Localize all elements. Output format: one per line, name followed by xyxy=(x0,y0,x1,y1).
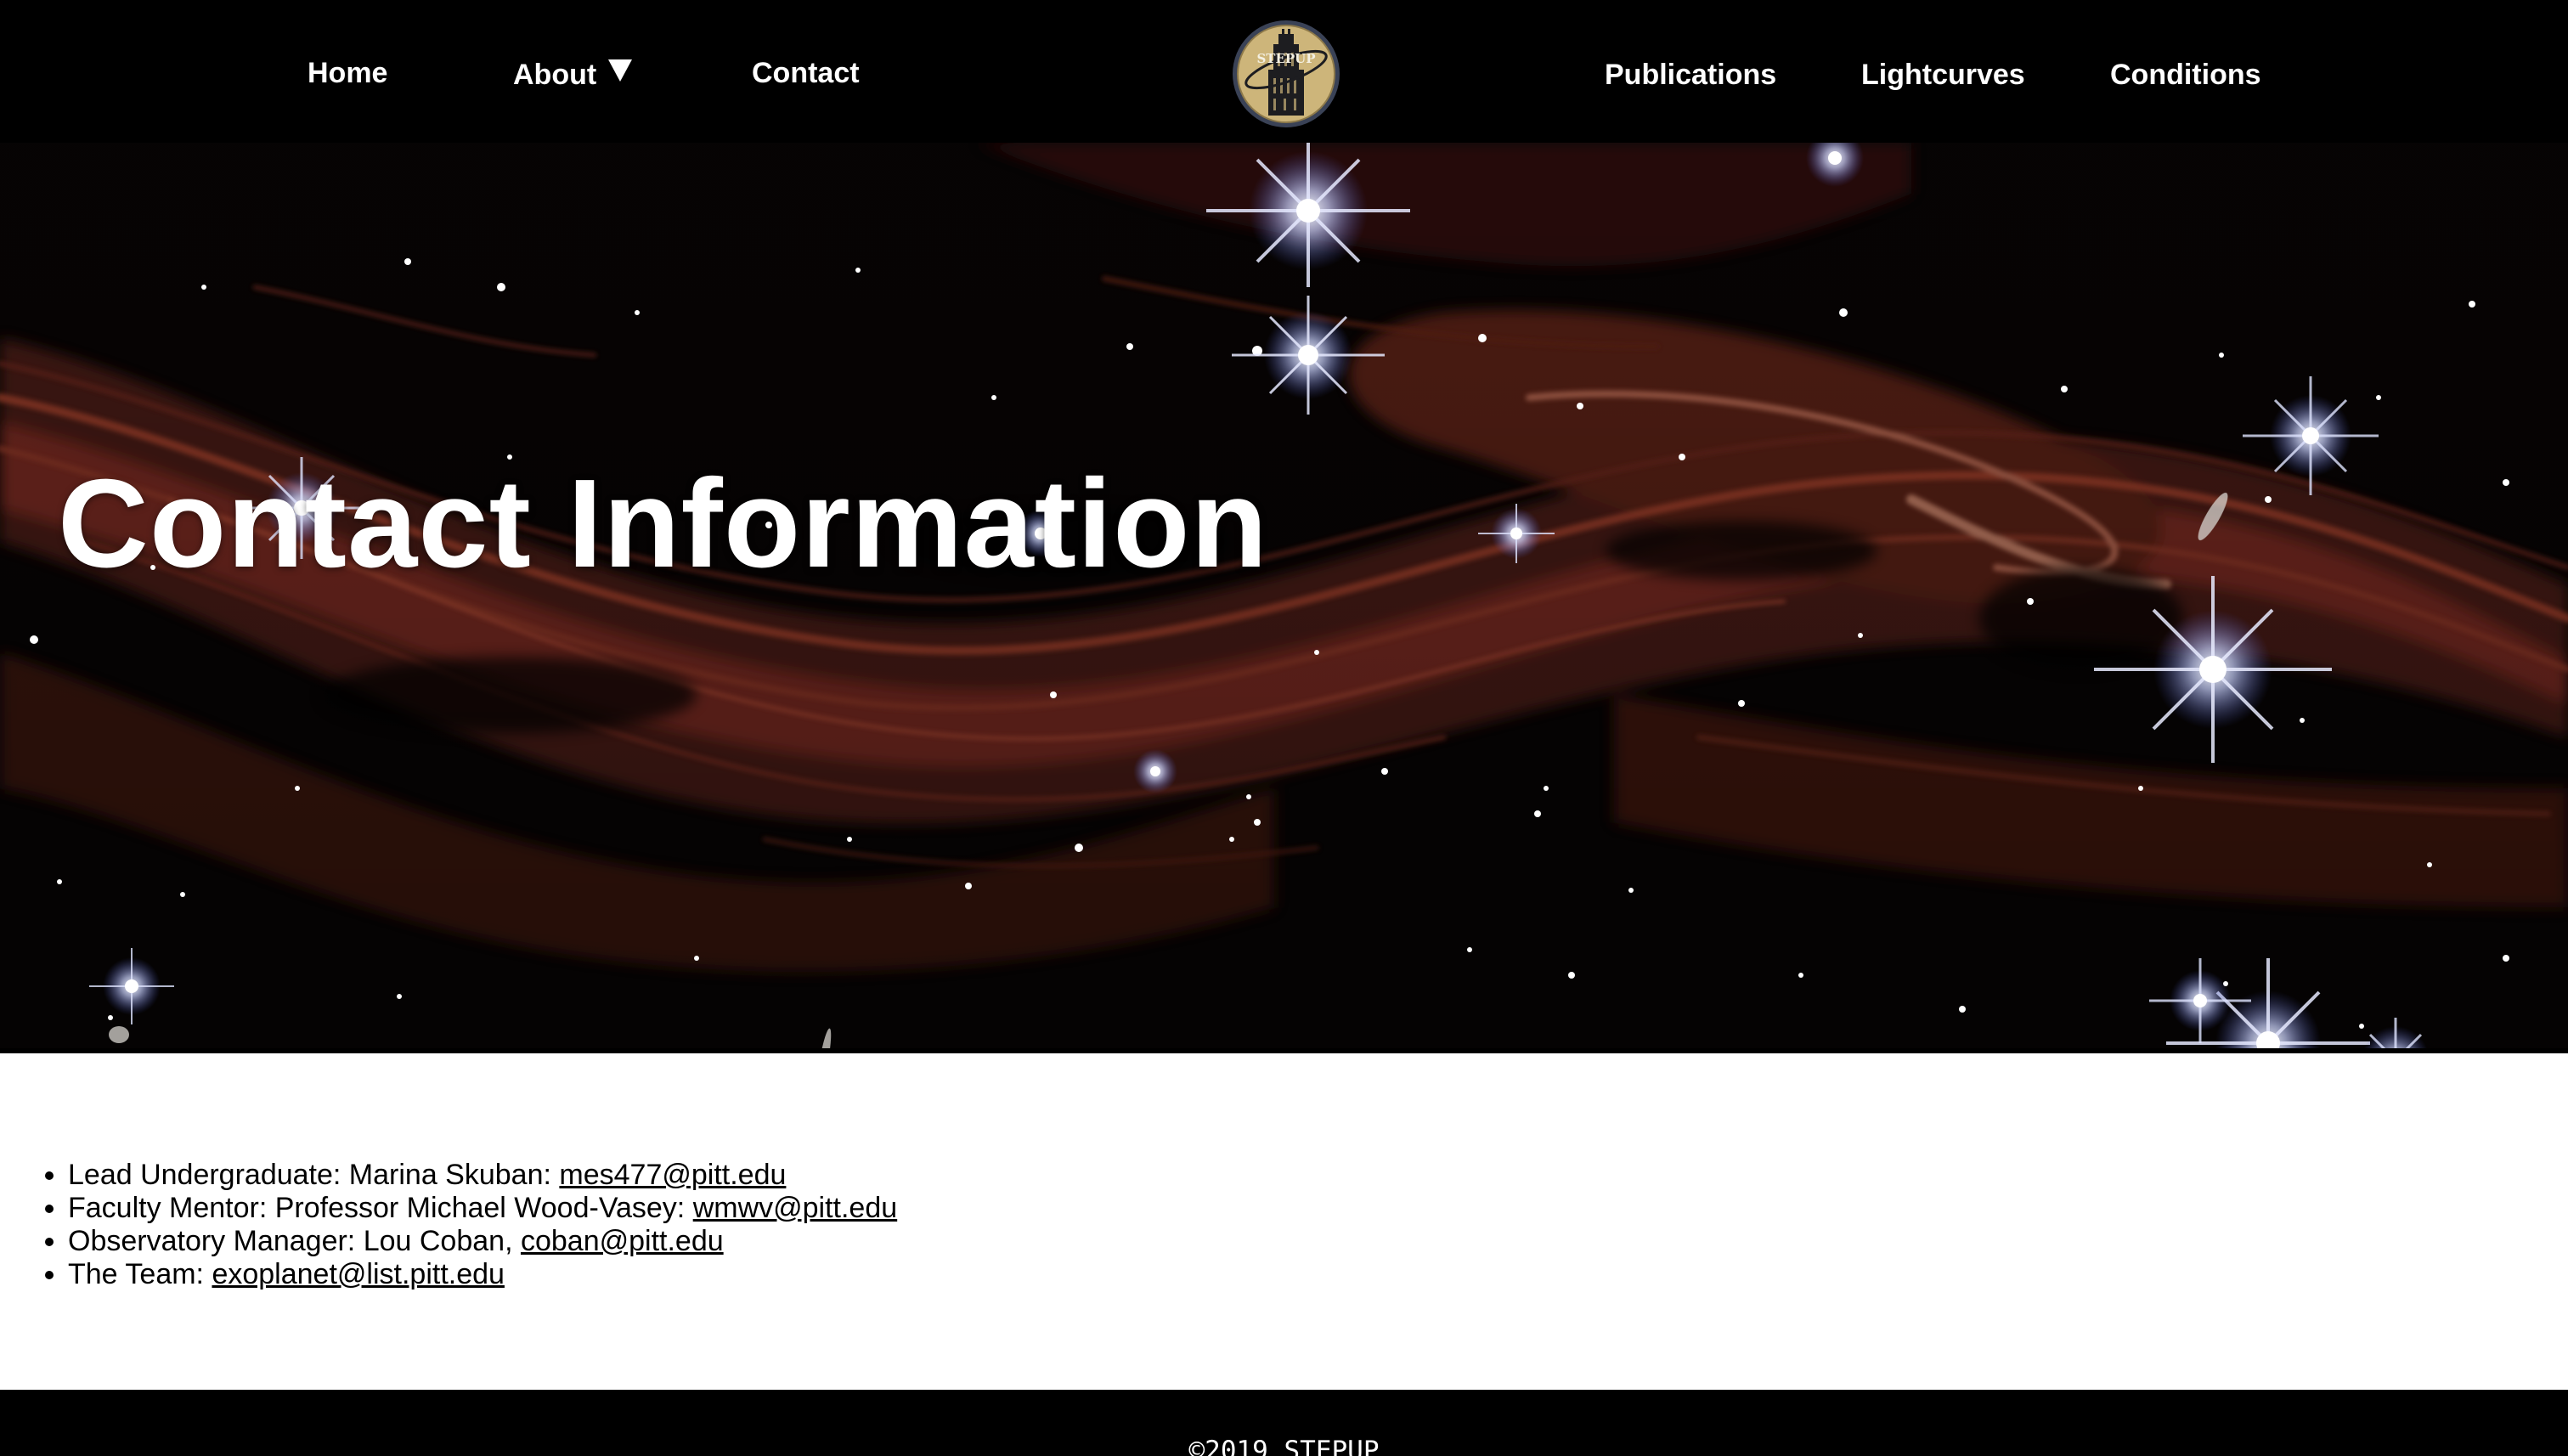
stepup-logo-icon: STEPUP xyxy=(1233,20,1340,127)
nav-publications-link[interactable]: Publications xyxy=(1605,53,1776,97)
list-item: Lead Undergraduate: Marina Skuban: mes47… xyxy=(68,1159,897,1192)
hero-banner: Contact Information xyxy=(0,143,2568,1053)
nav-home-link[interactable]: Home xyxy=(308,51,387,95)
top-navbar: Home About Contact STEPUP Publications L… xyxy=(0,0,2568,143)
stepup-logo[interactable]: STEPUP xyxy=(1231,19,1341,129)
nav-conditions-link[interactable]: Conditions xyxy=(2110,53,2261,97)
email-link[interactable]: mes477@pitt.edu xyxy=(559,1159,786,1191)
contact-label: Faculty Mentor: Professor Michael Wood-V… xyxy=(68,1192,693,1224)
nav-contact-link[interactable]: Contact xyxy=(752,51,860,95)
email-link[interactable]: exoplanet@list.pitt.edu xyxy=(212,1258,505,1290)
footer: ©2019 STEPUP xyxy=(0,1390,2568,1456)
contact-label: The Team: xyxy=(68,1258,212,1290)
copyright-text: ©2019 STEPUP xyxy=(1188,1436,1380,1456)
logo-text: STEPUP xyxy=(1256,51,1315,66)
caret-down-icon xyxy=(608,59,633,82)
list-item: Observatory Manager: Lou Coban, coban@pi… xyxy=(68,1225,897,1258)
page-title: Contact Information xyxy=(58,454,1268,594)
email-link[interactable]: wmwv@pitt.edu xyxy=(693,1192,897,1224)
contact-label: Lead Undergraduate: Marina Skuban: xyxy=(68,1159,560,1191)
contact-list: Lead Undergraduate: Marina Skuban: mes47… xyxy=(0,1159,897,1291)
nav-about-dropdown[interactable]: About xyxy=(513,53,633,97)
list-item: Faculty Mentor: Professor Michael Wood-V… xyxy=(68,1192,897,1225)
email-link[interactable]: coban@pitt.edu xyxy=(521,1225,724,1257)
list-item: The Team: exoplanet@list.pitt.edu xyxy=(68,1258,897,1291)
nebula-background-image xyxy=(0,143,2568,1048)
nav-lightcurves-link[interactable]: Lightcurves xyxy=(1861,53,2025,97)
nav-about-label: About xyxy=(513,59,597,91)
contact-label: Observatory Manager: Lou Coban, xyxy=(68,1225,521,1257)
